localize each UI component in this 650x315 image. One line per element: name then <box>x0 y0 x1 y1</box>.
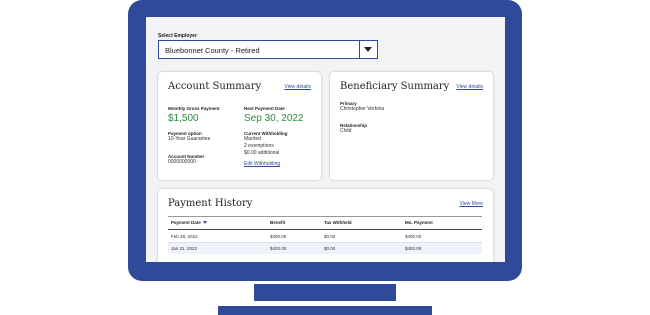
payment-history-title: Payment History <box>168 198 253 209</box>
beneficiary-view-details-link[interactable]: View details <box>456 84 483 90</box>
cell-tax-withheld: $0.00 <box>324 234 336 239</box>
next-payment-label: Next Payment Date <box>244 106 285 111</box>
cell-payment-date: Jan 31, 2022 <box>171 246 198 251</box>
cell-mo-payment: $400.00 <box>405 246 422 251</box>
gross-payment-value: $1,500 <box>168 113 199 124</box>
column-header-mo-payment: Mo. Payment <box>405 220 433 225</box>
cell-benefit: $400.00 <box>270 246 287 251</box>
account-summary-card: Account Summary View details Monthly Gro… <box>158 72 321 180</box>
monitor-stand-neck <box>254 284 396 301</box>
employer-select-value: Bluebonnet County - Retired <box>165 46 260 55</box>
beneficiary-summary-title: Beneficiary Summary <box>340 81 450 92</box>
view-more-link[interactable]: View More <box>459 201 483 207</box>
table-header-underline <box>168 229 482 230</box>
account-number-value: 0000000000 <box>168 159 196 165</box>
account-view-details-link[interactable]: View details <box>284 84 311 90</box>
table-row: Feb 28, 2022 $400.00 $0.00 $400.00 <box>168 231 482 242</box>
column-header-tax-withheld: Tax Withheld <box>324 220 352 225</box>
payment-history-card: Payment History View More Payment Date B… <box>158 189 493 262</box>
beneficiary-summary-card: Beneficiary Summary View details Primary… <box>330 72 493 180</box>
account-summary-title: Account Summary <box>168 81 262 92</box>
relationship-value: Child <box>340 128 352 134</box>
column-header-payment-date[interactable]: Payment Date <box>171 220 207 225</box>
sort-desc-icon <box>202 221 207 225</box>
chevron-down-icon <box>364 47 372 52</box>
gross-payment-label: Monthly Gross Payment <box>168 106 220 111</box>
cell-tax-withheld: $0.00 <box>324 246 336 251</box>
column-header-benefit: Benefit <box>270 220 286 225</box>
cell-benefit: $400.00 <box>270 234 287 239</box>
table-row: Jan 31, 2022 $400.00 $0.00 $400.00 <box>168 242 482 254</box>
cell-mo-payment: $400.00 <box>405 234 422 239</box>
monitor-stand-base <box>218 306 432 315</box>
withholding-line: $0.00 additional <box>244 150 280 156</box>
table-header-divider <box>168 216 482 217</box>
column-header-label: Payment Date <box>171 220 201 225</box>
employer-select-toggle[interactable] <box>359 41 377 58</box>
screen: Select Employer Bluebonnet County - Reti… <box>146 17 505 262</box>
next-payment-value: Sep 30, 2022 <box>244 113 304 124</box>
employer-select[interactable]: Bluebonnet County - Retired <box>158 40 378 59</box>
select-employer-label: Select Employer <box>158 33 197 39</box>
payment-option-value: 10-Year Guarantee <box>168 136 211 142</box>
cell-payment-date: Feb 28, 2022 <box>171 234 198 239</box>
edit-withholding-link[interactable]: Edit Withholding <box>244 161 280 167</box>
primary-value: Christopher Verbina <box>340 106 385 112</box>
